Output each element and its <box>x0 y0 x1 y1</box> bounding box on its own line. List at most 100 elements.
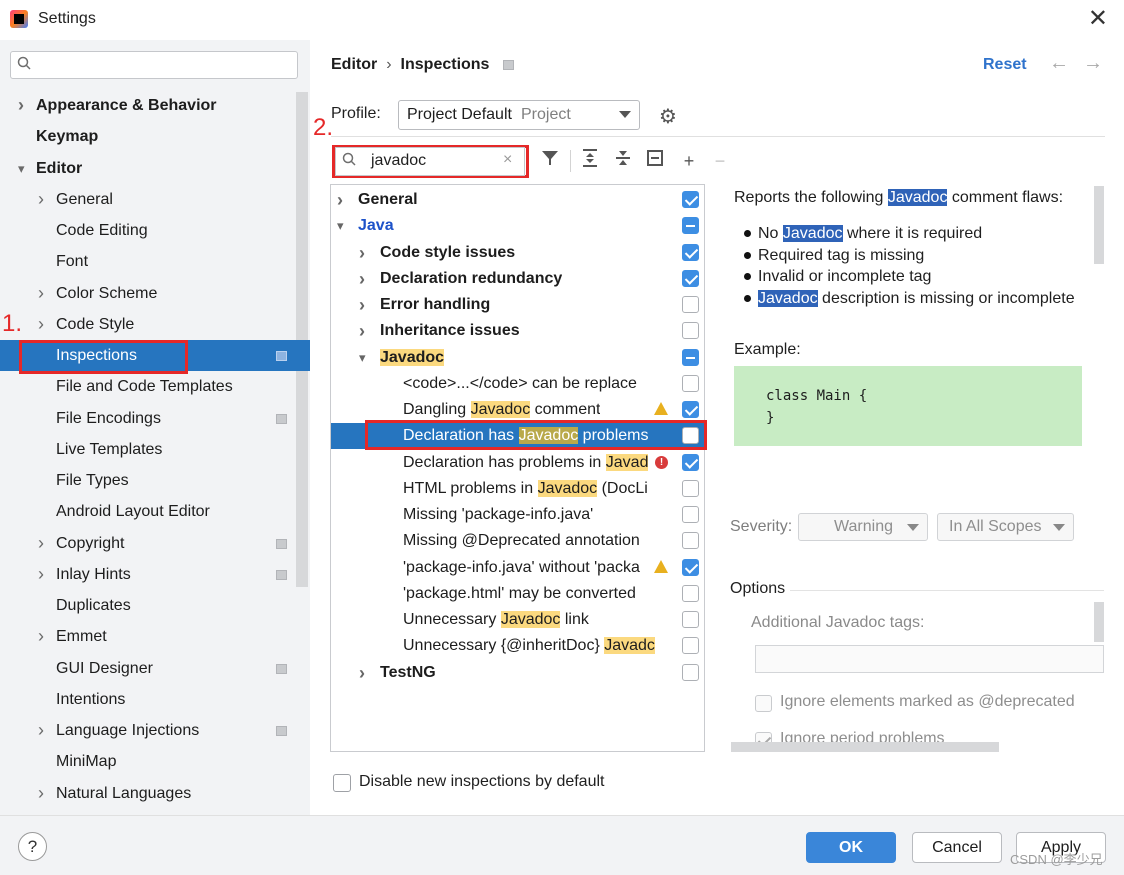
sidebar-item-language-injections[interactable]: › Language Injections <box>0 715 296 746</box>
ignore-deprecated-checkbox[interactable] <box>755 695 772 712</box>
inspection-row-general[interactable]: › General <box>331 187 704 213</box>
sidebar-item-color-scheme[interactable]: › Color Scheme <box>0 278 296 309</box>
sidebar-item-code-editing[interactable]: Code Editing <box>0 215 296 246</box>
reset-link[interactable]: Reset <box>983 56 1027 74</box>
inspection-row-unnecessary-inheritdoc-javadc[interactable]: Unnecessary {@inheritDoc} Javadc <box>331 633 704 659</box>
options-horizontal-scrollbar[interactable] <box>731 742 999 752</box>
inspection-row-declaration-redundancy[interactable]: › Declaration redundancy <box>331 266 704 292</box>
ok-button[interactable]: OK <box>806 832 896 863</box>
help-button[interactable]: ? <box>18 832 47 861</box>
chevron-right-icon[interactable]: › <box>38 278 44 309</box>
chevron-right-icon[interactable]: › <box>359 266 365 292</box>
inspection-row-declaration-has-problems-in-javad[interactable]: Declaration has problems in Javad! <box>331 450 704 476</box>
chevron-down-icon[interactable]: ▾ <box>18 153 25 184</box>
cancel-button[interactable]: Cancel <box>912 832 1002 863</box>
sidebar-item-intentions[interactable]: Intentions <box>0 684 296 715</box>
inspection-row-error-handling[interactable]: › Error handling <box>331 292 704 318</box>
inspection-row-java[interactable]: ▾ Java <box>331 213 704 239</box>
sidebar-item-code-style[interactable]: › Code Style <box>0 309 296 340</box>
inspection-checkbox[interactable] <box>682 348 699 366</box>
close-button[interactable]: ✕ <box>1088 6 1108 32</box>
clear-search-icon[interactable]: × <box>503 151 512 169</box>
chevron-right-icon[interactable]: › <box>38 309 44 340</box>
filter-icon[interactable] <box>539 148 561 174</box>
sidebar-item-natural-languages[interactable]: › Natural Languages <box>0 778 296 809</box>
chevron-right-icon[interactable]: › <box>359 318 365 344</box>
settings-search-input[interactable] <box>10 51 298 79</box>
chevron-right-icon[interactable]: › <box>337 187 343 213</box>
inspection-checkbox[interactable] <box>682 191 699 208</box>
inspection-row-unnecessary-javadoc-link[interactable]: Unnecessary Javadoc link <box>331 607 704 633</box>
options-scrollbar[interactable] <box>1094 602 1104 642</box>
inspection-row-package-html-may-be-converted[interactable]: 'package.html' may be converted <box>331 581 704 607</box>
inspection-checkbox[interactable] <box>682 374 699 392</box>
inspection-checkbox[interactable] <box>682 401 699 418</box>
sidebar-item-keymap[interactable]: Keymap <box>0 121 296 152</box>
inspection-checkbox[interactable] <box>682 663 699 681</box>
expand-all-icon[interactable] <box>579 148 601 174</box>
inspection-row-package-info-java-without-packa[interactable]: 'package-info.java' without 'packa <box>331 555 704 581</box>
inspection-checkbox[interactable] <box>682 506 699 523</box>
sidebar-item-emmet[interactable]: › Emmet <box>0 621 296 652</box>
inspection-checkbox[interactable] <box>682 558 699 576</box>
inspection-row-testng[interactable]: › TestNG <box>331 660 704 686</box>
sidebar-item-duplicates[interactable]: Duplicates <box>0 590 296 621</box>
chevron-right-icon[interactable]: › <box>38 715 44 746</box>
sidebar-item-copyright[interactable]: › Copyright <box>0 528 296 559</box>
chevron-right-icon[interactable]: › <box>38 528 44 559</box>
inspection-checkbox[interactable] <box>682 637 699 655</box>
inspection-row-javadoc[interactable]: ▾ Javadoc <box>331 345 704 371</box>
back-arrow-icon[interactable]: ← <box>1049 52 1069 75</box>
chevron-right-icon[interactable]: › <box>38 559 44 590</box>
chevron-down-icon[interactable]: ▾ <box>337 213 344 239</box>
chevron-right-icon[interactable]: › <box>359 240 365 266</box>
inspection-row-missing-package-info-java[interactable]: Missing 'package-info.java' <box>331 502 704 528</box>
reset-to-default-icon[interactable] <box>644 148 666 174</box>
chevron-right-icon[interactable]: › <box>38 184 44 215</box>
scope-dropdown[interactable]: In All Scopes <box>937 513 1074 541</box>
sidebar-item-android-layout-editor[interactable]: Android Layout Editor <box>0 496 296 527</box>
remove-icon[interactable]: − <box>709 148 731 174</box>
inspection-row-code-style-issues[interactable]: › Code style issues <box>331 240 704 266</box>
chevron-right-icon[interactable]: › <box>359 660 365 686</box>
chevron-right-icon[interactable]: › <box>359 292 365 318</box>
inspection-row-code-code-can-be-replace[interactable]: <code>...</code> can be replace <box>331 371 704 397</box>
description-scrollbar[interactable] <box>1094 186 1104 264</box>
inspection-search-input[interactable]: javadoc × <box>335 147 525 176</box>
chevron-right-icon[interactable]: › <box>18 90 24 121</box>
profile-dropdown[interactable]: Project Default Project <box>398 100 640 130</box>
chevron-right-icon[interactable]: › <box>38 621 44 652</box>
breadcrumb-editor[interactable]: Editor <box>331 56 377 73</box>
sidebar-item-font[interactable]: Font <box>0 246 296 277</box>
gear-icon[interactable]: ⚙ <box>659 104 677 129</box>
inspection-row-missing-deprecated-annotation[interactable]: Missing @Deprecated annotation <box>331 528 704 554</box>
sidebar-item-gui-designer[interactable]: GUI Designer <box>0 653 296 684</box>
sidebar-item-file-types[interactable]: File Types <box>0 465 296 496</box>
inspection-checkbox[interactable] <box>682 611 699 628</box>
inspection-checkbox[interactable] <box>682 532 699 550</box>
inspection-checkbox[interactable] <box>682 479 699 497</box>
inspection-checkbox[interactable] <box>682 296 699 313</box>
disable-new-checkbox[interactable] <box>333 774 351 792</box>
severity-dropdown[interactable]: Warning <box>798 513 928 541</box>
sidebar-item-minimap[interactable]: MiniMap <box>0 746 296 777</box>
sidebar-item-live-templates[interactable]: Live Templates <box>0 434 296 465</box>
sidebar-item-general[interactable]: › General <box>0 184 296 215</box>
inspection-checkbox[interactable] <box>682 217 699 235</box>
sidebar-item-inlay-hints[interactable]: › Inlay Hints <box>0 559 296 590</box>
collapse-all-icon[interactable] <box>612 148 634 174</box>
chevron-down-icon[interactable]: ▾ <box>359 345 366 371</box>
inspection-row-inheritance-issues[interactable]: › Inheritance issues <box>331 318 704 344</box>
inspection-checkbox[interactable] <box>682 269 699 287</box>
inspection-checkbox[interactable] <box>682 322 699 340</box>
inspection-checkbox[interactable] <box>682 453 699 471</box>
forward-arrow-icon[interactable]: → <box>1083 52 1103 75</box>
sidebar-item-file-encodings[interactable]: File Encodings <box>0 403 296 434</box>
additional-tags-input[interactable] <box>755 645 1104 673</box>
sidebar-item-appearance-behavior[interactable]: › Appearance & Behavior <box>0 90 296 121</box>
chevron-right-icon[interactable]: › <box>38 778 44 809</box>
sidebar-item-file-and-code-templates[interactable]: File and Code Templates <box>0 371 296 402</box>
inspection-checkbox[interactable] <box>682 584 699 602</box>
inspection-row-html-problems-in-javadoc-docli[interactable]: HTML problems in Javadoc (DocLi <box>331 476 704 502</box>
add-icon[interactable]: + <box>678 148 700 174</box>
